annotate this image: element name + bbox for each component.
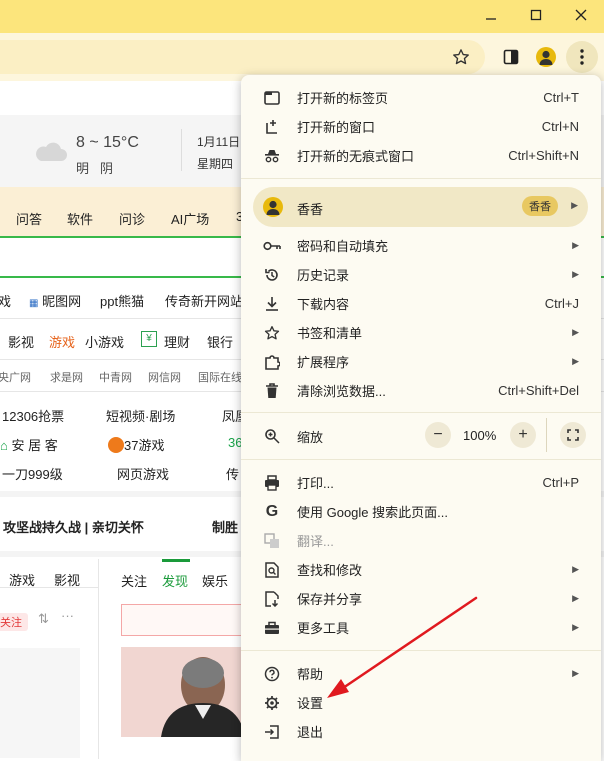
annotation-arrow: [327, 596, 478, 698]
